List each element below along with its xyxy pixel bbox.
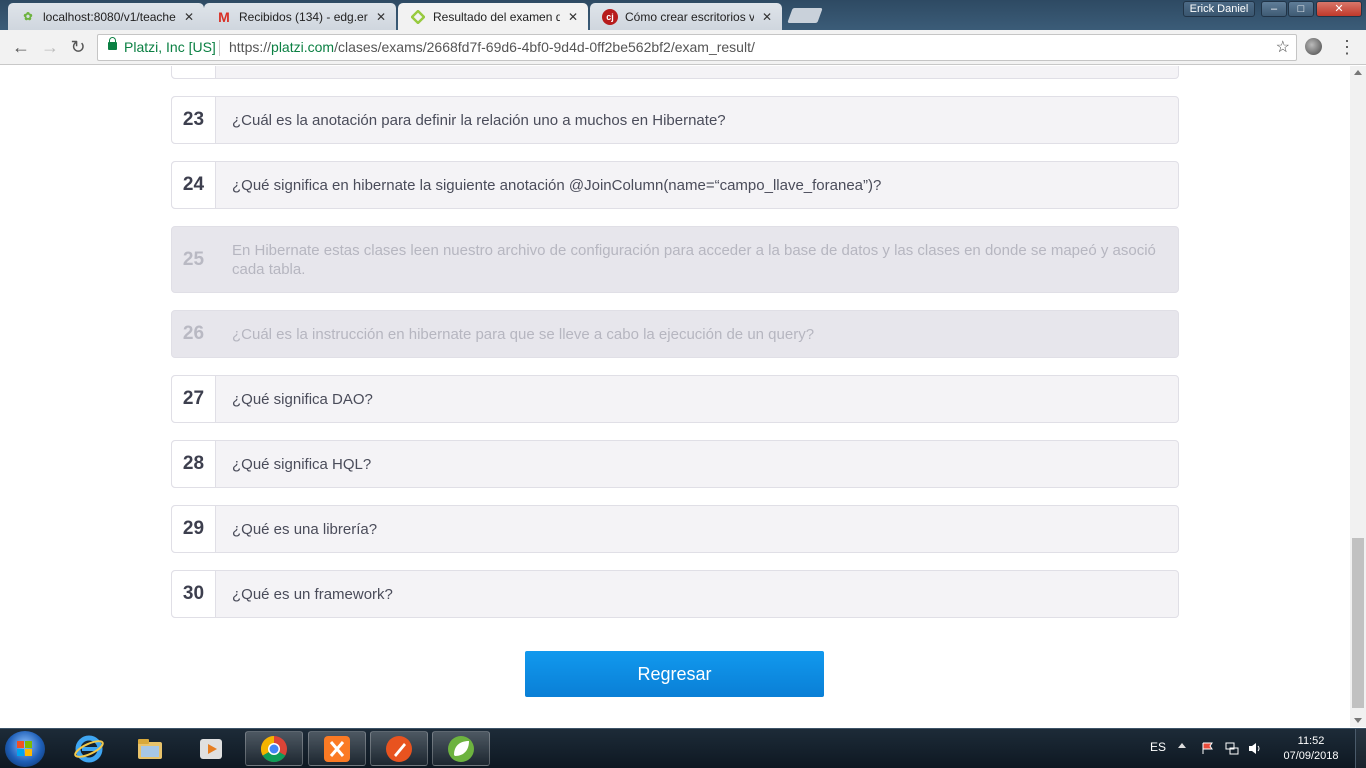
system-clock[interactable]: 11:52 07/09/2018 [1278,734,1344,764]
question-text: ¿Cuál es la anotación para definir la re… [232,111,726,129]
question-number: 26 [172,311,216,357]
tab-localhost[interactable]: ✿ localhost:8080/v1/teache ✕ [8,3,204,30]
back-button[interactable]: Regresar [525,651,824,697]
scroll-up-arrow-icon[interactable] [1354,70,1362,75]
tab-title: Recibidos (134) - edg.erra [239,9,368,24]
question-card[interactable]: 29 ¿Qué es una librería? [171,505,1179,553]
question-card[interactable]: 27 ¿Qué significa DAO? [171,375,1179,423]
gmail-icon: M [218,8,230,25]
media-player-icon [200,738,222,759]
question-text: ¿Qué significa en hibernate la siguiente… [232,176,882,194]
question-text: ¿Qué es una librería? [232,520,378,538]
chrome-icon [260,735,287,762]
page-scrollbar[interactable] [1350,66,1366,727]
question-text: ¿Cuál es la instrucción en hibernate par… [232,325,815,343]
clock-date: 07/09/2018 [1283,750,1339,762]
url-scheme: https:// [229,39,272,55]
spring-tool-suite-icon [448,735,474,762]
language-indicator[interactable]: ES [1150,740,1166,768]
cj-icon: cj [602,8,618,25]
question-text: ¿Qué significa HQL? [232,455,372,473]
question-number: 27 [172,376,216,422]
close-tab-icon[interactable]: ✕ [566,10,580,24]
show-hidden-icons-arrow-icon[interactable] [1178,743,1186,748]
taskbar-internet-explorer[interactable] [60,731,118,766]
tab-title: Cómo crear escritorios vir [625,9,754,24]
browser-tab-strip: ✿ localhost:8080/v1/teache ✕ M Recibidos… [0,0,1366,30]
close-tab-icon[interactable]: ✕ [182,10,196,24]
site-identity[interactable]: Platzi, Inc [US] [124,35,216,60]
forward-arrow-icon[interactable]: → [38,36,62,60]
windows-logo-icon [17,741,33,757]
question-number: 28 [172,441,216,487]
volume-icon[interactable] [1248,742,1262,755]
question-number: 30 [172,571,216,617]
question-number: 25 [172,227,216,292]
page-viewport: 23 ¿Cuál es la anotación para definir la… [0,66,1350,727]
taskbar-file-explorer[interactable] [121,731,179,766]
question-card[interactable]: 30 ¿Qué es un framework? [171,570,1179,618]
show-desktop-button[interactable] [1355,729,1366,768]
profile-name-badge[interactable]: Erick Daniel [1183,1,1255,17]
question-number: 23 [172,97,216,143]
network-icon[interactable] [1225,742,1239,755]
taskbar-pen-tool[interactable] [370,731,428,766]
minimize-button[interactable]: – [1261,1,1287,17]
question-card-disabled[interactable]: 25 En Hibernate estas clases leen nuestr… [171,226,1179,293]
lock-icon [108,37,117,50]
scroll-down-arrow-icon[interactable] [1354,718,1362,723]
pen-tool-icon [386,735,412,762]
question-card[interactable]: 28 ¿Qué significa HQL? [171,440,1179,488]
bookmark-star-icon[interactable]: ☆ [1276,35,1290,60]
question-card-partial [171,66,1179,79]
close-tab-icon[interactable]: ✕ [374,10,388,24]
platzi-icon [410,9,426,25]
taskbar-chrome[interactable] [245,731,303,766]
close-tab-icon[interactable]: ✕ [760,10,774,24]
clock-time: 11:52 [1297,735,1325,747]
scrollbar-thumb[interactable] [1352,538,1364,708]
start-button[interactable] [5,731,45,767]
windows-taskbar: ES 11:52 07/09/2018 [0,728,1366,768]
close-window-button[interactable]: ✕ [1316,1,1362,17]
url-host: platzi.com [271,39,335,55]
new-tab-button[interactable] [787,8,823,23]
url-path: /clases/exams/2668fd7f-69d6-4bf0-9d4d-0f… [334,39,755,55]
browser-toolbar: ← → ↻ Platzi, Inc [US] https://platzi.co… [0,30,1366,65]
taskbar-xampp[interactable] [308,731,366,766]
xampp-icon [324,735,350,762]
action-center-flag-icon[interactable] [1201,742,1215,755]
tab-title: localhost:8080/v1/teache [43,9,176,24]
browser-menu-icon[interactable]: ⋮ [1338,35,1356,59]
file-explorer-icon [138,738,162,759]
tab-cj[interactable]: cj Cómo crear escritorios vir ✕ [590,3,782,30]
question-text: En Hibernate estas clases leen nuestro a… [232,241,1156,278]
question-card[interactable]: 24 ¿Qué significa en hibernate la siguie… [171,161,1179,209]
taskbar-spring-tool-suite[interactable] [432,731,490,766]
question-text: ¿Qué es un framework? [232,585,393,603]
question-card-disabled[interactable]: 26 ¿Cuál es la instrucción en hibernate … [171,310,1179,358]
tab-gmail[interactable]: M Recibidos (134) - edg.erra ✕ [204,3,396,30]
question-number: 24 [172,162,216,208]
internet-explorer-icon [74,735,104,762]
question-number [172,66,216,78]
back-arrow-icon[interactable]: ← [9,36,33,60]
reload-icon[interactable]: ↻ [66,36,90,60]
extension-icon[interactable] [1305,38,1322,55]
question-number: 29 [172,506,216,552]
spring-leaf-icon: ✿ [23,11,33,23]
tab-title: Resultado del examen de [433,9,560,24]
maximize-button[interactable]: □ [1288,1,1314,17]
url-text[interactable]: https://platzi.com/clases/exams/2668fd7f… [229,35,755,60]
omnibox-separator [219,40,220,56]
tab-exam-result[interactable]: Resultado del examen de ✕ [398,3,588,30]
question-card[interactable]: 23 ¿Cuál es la anotación para definir la… [171,96,1179,144]
address-bar[interactable]: Platzi, Inc [US] https://platzi.com/clas… [97,34,1297,61]
question-text: ¿Qué significa DAO? [232,390,373,408]
taskbar-media-player[interactable] [182,731,240,766]
